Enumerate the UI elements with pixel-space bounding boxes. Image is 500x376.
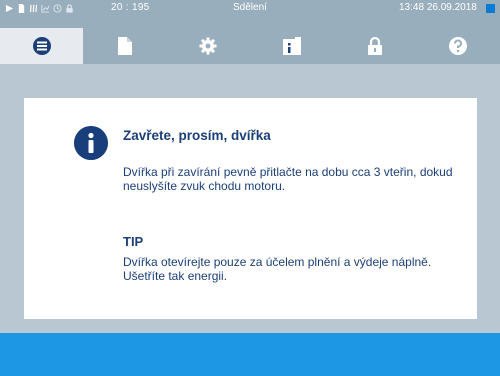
tab-info[interactable]	[250, 28, 333, 64]
date: 26.09.2018	[426, 2, 477, 13]
screen-title: Sdělení	[233, 2, 267, 13]
lock-icon	[66, 3, 73, 13]
chart-icon	[41, 4, 50, 13]
help-icon	[449, 37, 468, 55]
info-document-icon	[282, 37, 301, 55]
time: 13:48	[399, 2, 425, 13]
status-icons	[5, 3, 74, 13]
tab-documents[interactable]	[83, 28, 166, 64]
steam-icon	[29, 4, 38, 12]
status-indicator	[486, 4, 495, 13]
document-icon	[117, 37, 132, 55]
tip-heading: TIP	[123, 234, 144, 249]
message-body: Dvířka při zavírání pevně přitlačte na d…	[123, 165, 453, 193]
gear-icon	[199, 37, 217, 55]
clock-icon	[53, 3, 62, 13]
tab-bar	[0, 28, 500, 64]
confirm-bar[interactable]	[0, 333, 500, 376]
message-heading: Zavřete, prosím, dvířka	[123, 128, 271, 143]
message-panel: Zavřete, prosím, dvířka Dvířka při zavír…	[24, 98, 477, 319]
tip-body: Dvířka otevírejte pouze za účelem plnění…	[123, 255, 432, 283]
lock-icon	[367, 37, 382, 55]
status-bar: 20 : 195 Sdělení 13:48 26.09.2018	[0, 0, 500, 28]
counter: 20 : 195	[111, 2, 150, 13]
tab-lock[interactable]	[333, 28, 416, 64]
menu-list-icon	[32, 37, 51, 55]
tab-menu[interactable]	[0, 28, 84, 64]
info-icon	[74, 126, 108, 160]
datetime: 13:48 26.09.2018	[399, 2, 477, 13]
play-icon	[5, 4, 14, 12]
tab-help[interactable]	[417, 28, 500, 64]
document-icon	[18, 3, 25, 13]
tab-settings[interactable]	[167, 28, 250, 64]
